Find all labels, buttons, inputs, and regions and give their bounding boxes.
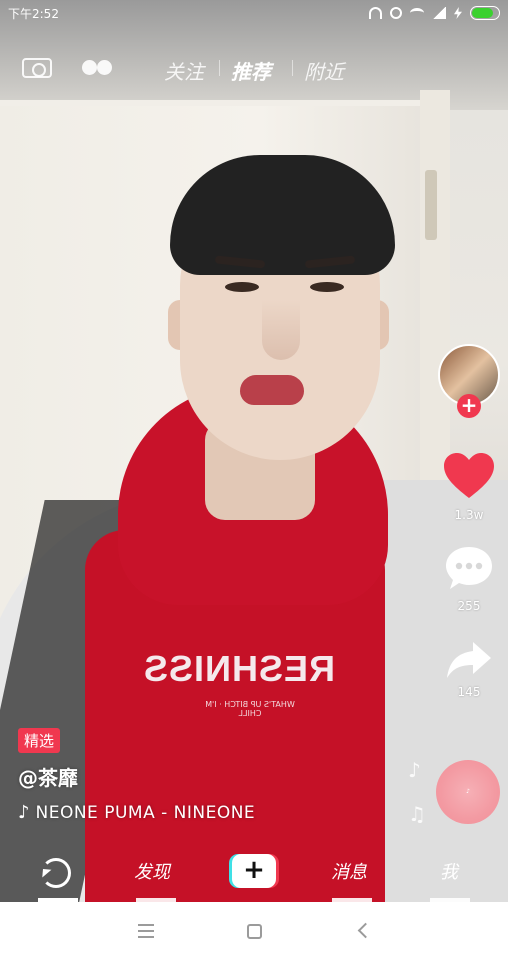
share-icon[interactable] — [445, 640, 493, 680]
alarm-icon — [390, 7, 402, 19]
video-nose — [262, 300, 300, 360]
signal-icon — [432, 7, 446, 19]
tab-divider — [219, 60, 220, 76]
status-bar: 下午2:52 — [0, 0, 508, 26]
tab-following[interactable]: 关注 — [164, 56, 204, 85]
video-eye-left — [225, 282, 259, 292]
back-icon[interactable] — [357, 922, 374, 939]
tab-recommended[interactable]: 推荐 — [231, 56, 271, 85]
tiktok-note-icon: ♪ — [18, 802, 30, 823]
bottom-tab-bar: 发现 + 消息 我 — [0, 846, 508, 902]
status-time: 下午2:52 — [8, 6, 59, 21]
menu-icon[interactable] — [138, 924, 154, 938]
tab-discover[interactable]: 发现 — [134, 858, 170, 884]
battery-icon — [470, 6, 500, 20]
shirt-print: RESHNISS — [142, 648, 335, 689]
music-note-icon: ♪ — [408, 758, 421, 782]
video-door-hinge — [425, 170, 437, 240]
featured-badge: 精选 — [18, 728, 61, 753]
tab-messages[interactable]: 消息 — [331, 858, 367, 884]
video-mouth — [240, 375, 304, 405]
like-heart-icon[interactable] — [442, 452, 496, 500]
tab-divider — [292, 60, 293, 76]
music-title[interactable]: NEONE PUMA - NINEONE — [36, 803, 256, 823]
follow-button[interactable]: + — [457, 394, 481, 418]
wifi-icon — [410, 8, 424, 18]
top-navigation: 关注 推荐 附近 — [0, 46, 508, 90]
music-disc[interactable]: ♪ — [436, 760, 500, 824]
status-icons — [369, 6, 500, 20]
create-video-button[interactable]: + — [232, 854, 276, 888]
share-count: 145 — [457, 685, 481, 699]
tab-nearby[interactable]: 附近 — [304, 56, 344, 85]
music-info[interactable]: ♪ NEONE PUMA - NINEONE — [18, 802, 255, 823]
shirt-subprint: WHAT'S UP BITCH · I'M CHILL — [205, 700, 295, 718]
tab-me[interactable]: 我 — [440, 858, 458, 884]
author-username[interactable]: @茶靡 — [18, 762, 78, 791]
headphone-icon — [369, 7, 382, 19]
music-note-icon: ♫ — [408, 802, 426, 826]
camera-icon[interactable] — [22, 58, 52, 78]
home-icon[interactable] — [247, 924, 262, 939]
like-count: 1.3w — [454, 508, 484, 522]
video-door-frame — [420, 90, 450, 510]
comment-icon[interactable] — [444, 545, 494, 591]
system-nav-bar — [0, 902, 508, 960]
comment-count: 255 — [457, 599, 481, 613]
refresh-icon[interactable] — [41, 858, 71, 888]
charging-icon — [454, 7, 462, 19]
disc-label-icon: ♪ — [466, 788, 470, 795]
video-eye-right — [310, 282, 344, 292]
duet-dots-icon[interactable] — [82, 60, 114, 76]
